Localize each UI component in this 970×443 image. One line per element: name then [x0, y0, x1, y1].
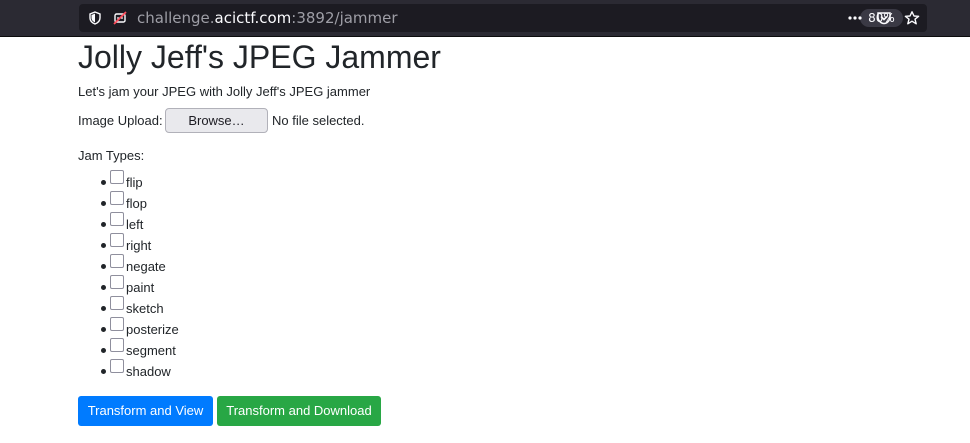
segment-checkbox[interactable] [110, 338, 124, 352]
bullet-marker [101, 264, 106, 269]
flip-checkbox[interactable] [110, 170, 124, 184]
sketch-checkbox[interactable] [110, 296, 124, 310]
address-bar[interactable]: challenge.acictf.com:3892/jammer 80% [79, 4, 927, 32]
bullet-marker [101, 306, 106, 311]
bullet-marker [101, 243, 106, 248]
jam-type-label: flop [126, 196, 147, 211]
jam-type-label: right [126, 238, 152, 253]
negate-checkbox[interactable] [110, 254, 124, 268]
flop-checkbox[interactable] [110, 191, 124, 205]
bookmark-star-icon[interactable] [904, 11, 920, 25]
url-domain: acictf.com [214, 9, 292, 27]
url-text[interactable]: challenge.acictf.com:3892/jammer [137, 9, 398, 27]
blocked-permission-icon[interactable] [113, 11, 127, 25]
bullet-marker [101, 180, 106, 185]
url-prefix: challenge. [137, 9, 215, 27]
browser-toolbar: challenge.acictf.com:3892/jammer 80% [0, 0, 970, 37]
file-status-text: No file selected. [272, 113, 365, 128]
left-checkbox[interactable] [110, 212, 124, 226]
shadow-checkbox[interactable] [110, 359, 124, 373]
right-checkbox[interactable] [110, 233, 124, 247]
jam-type-negate: negate [78, 254, 958, 275]
jam-type-left: left [78, 212, 958, 233]
jam-type-paint: paint [78, 275, 958, 296]
bullet-marker [101, 327, 106, 332]
image-upload-row: Image Upload: Browse… No file selected. [78, 108, 958, 134]
page-content: Jolly Jeff's JPEG Jammer Let's jam your … [78, 37, 958, 426]
jam-type-shadow: shadow [78, 359, 958, 380]
transform-and-view-button[interactable]: Transform and View [78, 396, 213, 426]
jam-type-label: segment [126, 343, 176, 358]
posterize-checkbox[interactable] [110, 317, 124, 331]
paint-checkbox[interactable] [110, 275, 124, 289]
jam-type-label: paint [126, 280, 155, 295]
pocket-icon[interactable] [876, 11, 892, 25]
jam-type-label: posterize [126, 322, 179, 337]
jam-type-right: right [78, 233, 958, 254]
image-upload-label: Image Upload: [78, 113, 163, 128]
jam-type-label: flip [126, 175, 143, 190]
jam-type-flip: flip [78, 170, 958, 191]
jam-type-sketch: sketch [78, 296, 958, 317]
intro-text: Let's jam your JPEG with Jolly Jeff's JP… [78, 84, 371, 99]
url-suffix: :3892/jammer [291, 9, 398, 27]
jam-type-label: sketch [126, 301, 164, 316]
bullet-marker [101, 369, 106, 374]
jam-type-label: negate [126, 259, 166, 274]
jam-type-label: shadow [126, 364, 171, 379]
bullet-marker [101, 348, 106, 353]
page-title: Jolly Jeff's JPEG Jammer [78, 39, 441, 75]
bullet-marker [101, 285, 106, 290]
bullet-marker [101, 201, 106, 206]
jam-types-list: flip flop left right negate paint sketch… [78, 170, 958, 380]
jam-type-flop: flop [78, 191, 958, 212]
bullet-marker [101, 222, 106, 227]
jam-type-posterize: posterize [78, 317, 958, 338]
browse-button[interactable]: Browse… [165, 108, 268, 133]
jam-type-label: left [126, 217, 144, 232]
more-options-icon[interactable] [847, 11, 863, 25]
shield-icon[interactable] [88, 11, 102, 25]
jam-types-label: Jam Types: [78, 148, 145, 163]
transform-and-download-button[interactable]: Transform and Download [217, 396, 381, 426]
jam-type-segment: segment [78, 338, 958, 359]
